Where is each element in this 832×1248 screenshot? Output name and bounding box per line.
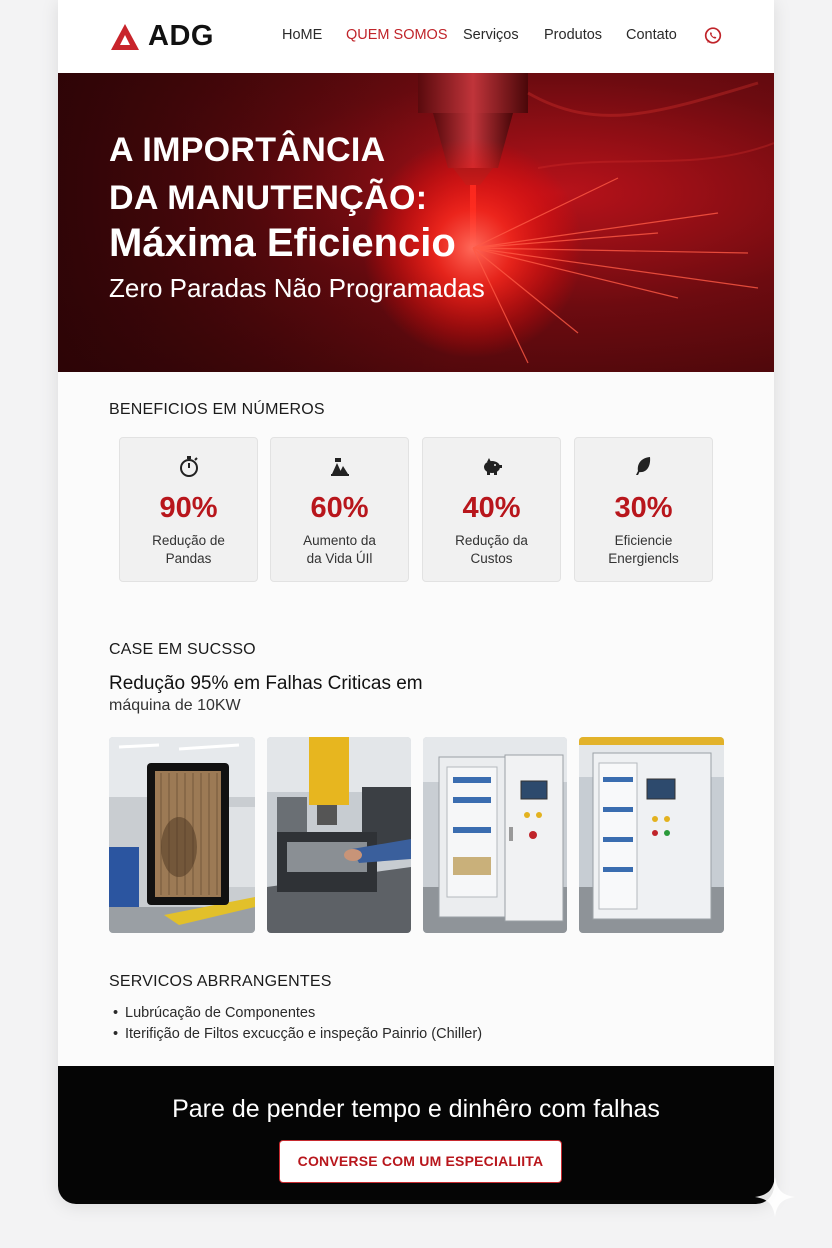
case-headline: Redução 95% em Falhas Criticas em (109, 673, 423, 694)
site-header: ADG HoME QUEM SOMOS Serviços Produtos Co… (58, 0, 774, 73)
page: ADG HoME QUEM SOMOS Serviços Produtos Co… (58, 0, 774, 1204)
cta-banner: Pare de pender tempo e dinhêro com falha… (58, 1066, 774, 1204)
sparkle-icon (755, 1177, 795, 1217)
hero-title-line1: A IMPORTÂNCIA (109, 131, 386, 169)
list-item: Iterifição de Filtos excucção e inspeção… (113, 1025, 482, 1046)
case-title: CASE EM SUCSSO (109, 641, 256, 658)
machinery-icon (331, 458, 349, 476)
benefit-card: 90% Redução de Pandas (119, 437, 258, 582)
contact-specialist-button[interactable]: CONVERSE COM UM ESPECIALIITA (279, 1140, 562, 1183)
electrical-panel-open-photo[interactable] (423, 737, 567, 933)
services-title: SERVICOS ABRRANGENTES (109, 973, 332, 990)
hero-title-line3: Máxima Eficiencio (109, 221, 456, 265)
benefit-label-line2: Pandas (165, 551, 212, 566)
piggy-bank-icon (484, 458, 502, 475)
benefit-label: Eficiencie Energiencls (575, 532, 712, 568)
benefit-label-line1: Redução de (152, 533, 225, 548)
whatsapp-icon[interactable] (703, 26, 723, 46)
benefit-label-line1: Aumento da (303, 533, 376, 548)
services-list: Lubrúcação de Componentes Iterifição de … (113, 1004, 482, 1046)
nav-home[interactable]: HoME (282, 27, 322, 43)
hero-title-line2: DA MANUTENÇÃO: (109, 179, 428, 217)
benefit-label-line2: da Vida ÚIl (306, 551, 373, 566)
benefit-value: 90% (159, 492, 218, 524)
benefit-label-line2: Custos (470, 551, 513, 566)
cta-title: Pare de pender tempo e dinhêro com falha… (172, 1095, 660, 1123)
benefit-card: 60% Aumento da da Vida ÚIl (270, 437, 409, 582)
main-nav: HoME QUEM SOMOS Serviços Produtos Contat… (58, 27, 774, 47)
stopwatch-icon (180, 456, 198, 477)
benefit-label-line2: Energiencls (608, 551, 679, 566)
benefit-label: Redução de Pandas (120, 532, 257, 568)
benefit-label-line1: Eficiencie (614, 533, 673, 548)
case-subline: máquina de 10KW (109, 697, 241, 714)
nav-quem-somos[interactable]: QUEM SOMOS (346, 27, 448, 43)
leaf-icon (636, 457, 651, 475)
benefit-card: 40% Redução da Custos (422, 437, 561, 582)
list-item: Lubrúcação de Componentes (113, 1004, 482, 1025)
benefit-value: 60% (310, 492, 369, 524)
electrical-panel-photo[interactable] (579, 737, 724, 933)
nav-produtos[interactable]: Produtos (544, 27, 602, 43)
nav-servicos[interactable]: Serviços (463, 27, 519, 43)
benefit-value: 30% (614, 492, 673, 524)
benefit-value: 40% (462, 492, 521, 524)
benefit-label: Aumento da da Vida ÚIl (271, 532, 408, 568)
benefit-label-line1: Redução da (455, 533, 528, 548)
dirty-filter-photo[interactable] (109, 737, 255, 933)
hero-subtitle: Zero Paradas Não Programadas (109, 273, 485, 303)
laser-machine-photo[interactable] (267, 737, 411, 933)
benefit-label: Redução da Custos (423, 532, 560, 568)
hero-banner: A IMPORTÂNCIA DA MANUTENÇÃO: Máxima Efic… (58, 73, 774, 372)
benefits-title: BENEFICIOS EM NÚMEROS (109, 401, 325, 418)
nav-contato[interactable]: Contato (626, 27, 677, 43)
benefit-card: 30% Eficiencie Energiencls (574, 437, 713, 582)
